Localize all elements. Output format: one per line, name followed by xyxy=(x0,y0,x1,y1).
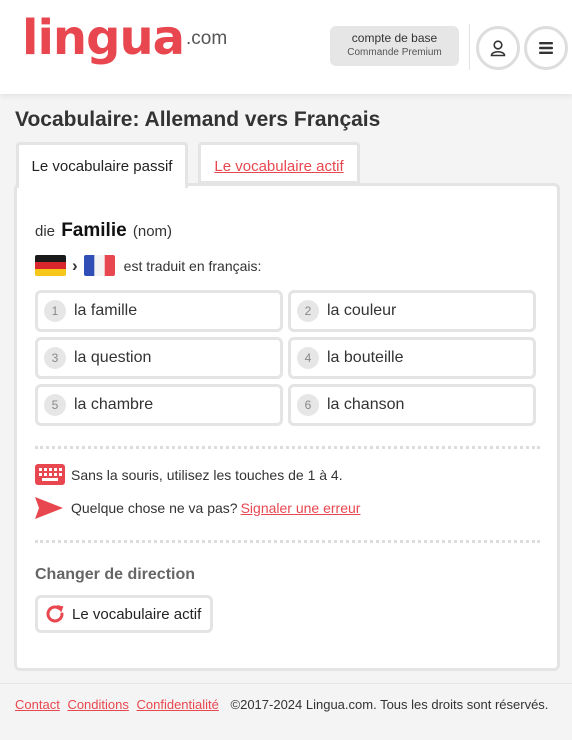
part-of-speech: (nom) xyxy=(132,223,173,240)
copyright-text: ©2017-2024 Lingua.com. Tous les droits s… xyxy=(230,697,549,712)
site-footer: Contact Conditions Confidentialité ©2017… xyxy=(15,694,560,715)
premium-order-label: Commande Premium xyxy=(347,47,442,58)
dotted-divider xyxy=(35,446,540,449)
send-icon xyxy=(35,497,63,519)
report-question-text: Quelque chose ne va pas? xyxy=(71,500,238,516)
keyboard-icon xyxy=(35,464,65,485)
answer-text: la question xyxy=(74,349,152,366)
tab-active-vocabulary[interactable]: Le vocabulaire actif xyxy=(198,142,360,184)
page-title: Vocabulaire: Allemand vers Français xyxy=(15,108,381,131)
report-error-link[interactable]: Signaler une erreur xyxy=(241,500,361,516)
logo-wordmark: lingua xyxy=(22,10,185,66)
answer-number: 6 xyxy=(297,394,319,416)
site-header: lingua .com compte de base Commande Prem… xyxy=(0,0,572,94)
footer-link-contact[interactable]: Contact xyxy=(15,697,60,712)
account-plan-label: compte de base xyxy=(351,31,438,45)
keyboard-hint: Sans la souris, utilisez les touches de … xyxy=(35,464,343,485)
logo-suffix: .com xyxy=(186,28,228,49)
answer-number: 1 xyxy=(44,300,66,322)
translate-text: est traduit en français: xyxy=(123,257,262,274)
report-error-row: Quelque chose ne va pas? Signaler une er… xyxy=(35,497,360,519)
chevron-right-icon: › xyxy=(72,255,78,275)
header-divider xyxy=(469,24,470,70)
translation-direction: › est traduit en français: xyxy=(35,255,261,276)
german-flag-icon xyxy=(35,255,66,276)
change-direction-title: Changer de direction xyxy=(35,566,196,583)
answer-text: la chanson xyxy=(327,396,405,413)
tab-passive-vocabulary[interactable]: Le vocabulaire passif xyxy=(16,142,188,188)
account-plan-button[interactable]: compte de base Commande Premium xyxy=(330,26,459,66)
user-button[interactable] xyxy=(476,26,520,70)
answer-option-4[interactable]: 4 la bouteille xyxy=(288,337,536,379)
user-icon xyxy=(490,40,506,57)
answer-option-3[interactable]: 3 la question xyxy=(35,337,283,379)
answer-option-1[interactable]: 1 la famille xyxy=(35,290,283,332)
answer-option-5[interactable]: 5 la chambre xyxy=(35,384,283,426)
dotted-divider xyxy=(35,540,540,543)
article: die xyxy=(35,223,56,240)
answer-text: la chambre xyxy=(74,396,154,413)
answer-option-6[interactable]: 6 la chanson xyxy=(288,384,536,426)
french-flag-icon xyxy=(83,255,115,276)
answer-text: la couleur xyxy=(327,302,397,319)
switch-to-active-button[interactable]: Le vocabulaire actif xyxy=(35,595,213,633)
footer-divider xyxy=(0,683,572,684)
answer-number: 3 xyxy=(44,347,66,369)
answer-number: 2 xyxy=(297,300,319,322)
footer-link-conditions[interactable]: Conditions xyxy=(67,697,128,712)
switch-direction-label: Le vocabulaire actif xyxy=(72,605,202,623)
refresh-icon xyxy=(46,605,64,623)
answer-text: la famille xyxy=(74,302,138,319)
hamburger-menu-icon xyxy=(539,42,553,54)
lingua-logo[interactable]: lingua .com xyxy=(22,12,227,64)
footer-link-privacy[interactable]: Confidentialité xyxy=(137,697,219,712)
answer-option-2[interactable]: 2 la couleur xyxy=(288,290,536,332)
keyboard-hint-text: Sans la souris, utilisez les touches de … xyxy=(71,466,343,483)
menu-button[interactable] xyxy=(524,26,568,70)
answer-text: la bouteille xyxy=(327,349,404,366)
question-word-line: die Familie (nom) xyxy=(35,220,172,242)
answer-number: 5 xyxy=(44,394,66,416)
answer-number: 4 xyxy=(297,347,319,369)
question-word: Familie xyxy=(61,220,127,241)
